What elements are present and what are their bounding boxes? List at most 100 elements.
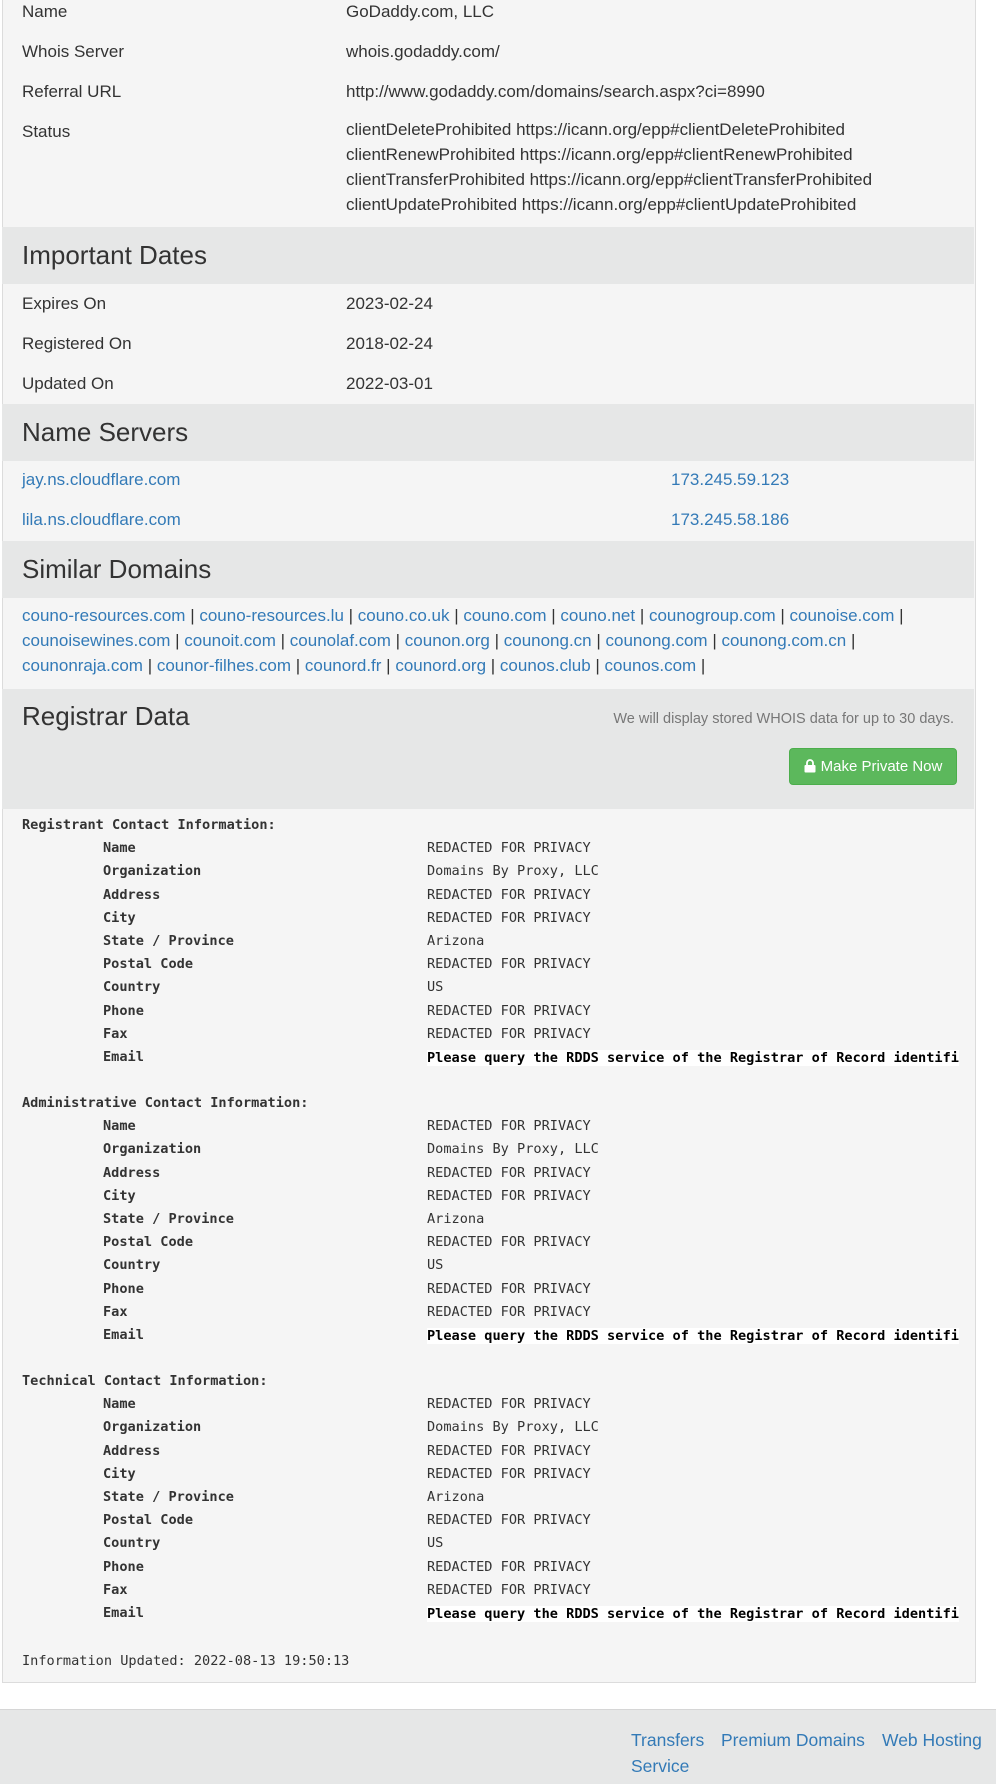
status-line: clientUpdateProhibited https://icann.org… — [346, 195, 857, 214]
contact-field-value: REDACTED FOR PRIVACY — [427, 1280, 591, 1297]
status-values: clientDeleteProhibited https://icann.org… — [346, 117, 872, 217]
similar-domain-link[interactable]: counonraja.com — [22, 656, 143, 675]
similar-domain-link[interactable]: counong.com.cn — [721, 631, 846, 650]
section-title: Registrar Data — [22, 701, 190, 731]
footer-link-web-hosting[interactable]: Web Hosting — [882, 1730, 982, 1751]
referral-url-value: http://www.godaddy.com/domains/search.as… — [346, 82, 765, 101]
field-label: Registered On — [22, 334, 132, 353]
retention-notice: We will display stored WHOIS data for up… — [613, 711, 954, 727]
footer-link-service[interactable]: Service — [631, 1756, 689, 1777]
make-private-button[interactable]: Make Private Now — [789, 748, 957, 785]
contact-field-key: Fax — [103, 1303, 128, 1320]
contact-field-value: REDACTED FOR PRIVACY — [427, 1118, 591, 1135]
separator: | — [546, 606, 561, 625]
similar-domain-link[interactable]: counord.fr — [305, 656, 382, 675]
similar-domain-link[interactable]: counor-filhes.com — [157, 656, 291, 675]
expires-value: 2023-02-24 — [346, 294, 433, 313]
separator: | — [142, 656, 157, 675]
contact-field-key: Organization — [103, 1141, 202, 1158]
field-label: Name — [22, 2, 68, 21]
contact-field-key: Fax — [103, 1025, 128, 1042]
contact-field-value: Domains By Proxy, LLC — [427, 863, 599, 880]
lock-icon — [804, 751, 816, 786]
similar-domain-link[interactable]: counoise.com — [789, 606, 894, 625]
contact-field-value: REDACTED FOR PRIVACY — [427, 956, 591, 973]
contact-field-value: REDACTED FOR PRIVACY — [427, 909, 591, 926]
contact-field-key: Phone — [103, 1002, 144, 1019]
contact-field-value: REDACTED FOR PRIVACY — [427, 886, 591, 903]
contact-field-value: US — [427, 979, 444, 996]
field-label: Status — [22, 122, 71, 141]
name-server-ip-link[interactable]: 173.245.58.186 — [671, 505, 789, 535]
name-server-row: lila.ns.cloudflare.com 173.245.58.186 — [22, 505, 952, 535]
contact-field-key: Address — [103, 1442, 161, 1459]
contact-field-key: Country — [103, 979, 161, 996]
contact-field-key: Name — [103, 840, 136, 857]
contact-field-value: REDACTED FOR PRIVACY — [427, 1512, 591, 1529]
registrar-name-value: GoDaddy.com, LLC — [346, 2, 495, 21]
contact-field-key: Fax — [103, 1581, 128, 1598]
contact-field-value: REDACTED FOR PRIVACY — [427, 840, 591, 857]
separator: | — [275, 631, 290, 650]
contact-field-key: State / Province — [103, 1211, 234, 1227]
contact-field-value: REDACTED FOR PRIVACY — [427, 1187, 591, 1204]
footer-link-premium-domains[interactable]: Premium Domains — [721, 1730, 865, 1751]
contact-field-value: REDACTED FOR PRIVACY — [427, 1002, 591, 1019]
similar-domain-link[interactable]: couno.co.uk — [358, 606, 450, 625]
contact-email-value: Please query the RDDS service of the Reg… — [427, 1328, 959, 1344]
name-server-host-link[interactable]: jay.ns.cloudflare.com — [22, 465, 180, 495]
status-line: clientTransferProhibited https://icann.o… — [346, 170, 873, 189]
separator: | — [591, 631, 606, 650]
contact-field-value: REDACTED FOR PRIVACY — [427, 1303, 591, 1320]
contact-field-key: Address — [103, 1164, 161, 1181]
similar-domains-header: Similar Domains — [2, 541, 974, 598]
similar-domain-link[interactable]: couno-resources.lu — [199, 606, 344, 625]
similar-domain-link[interactable]: couno.net — [560, 606, 635, 625]
name-servers-header: Name Servers — [2, 404, 974, 461]
similar-domain-link[interactable]: counoit.com — [184, 631, 276, 650]
separator: | — [486, 656, 500, 675]
contact-field-value: REDACTED FOR PRIVACY — [427, 1581, 591, 1598]
footer: Transfers Premium Domains Web Hosting Se… — [0, 1709, 996, 1784]
similar-domain-link[interactable]: counolaf.com — [290, 631, 391, 650]
registered-value: 2018-02-24 — [346, 334, 433, 353]
similar-domain-link[interactable]: counos.com — [605, 656, 697, 675]
name-server-host-link[interactable]: lila.ns.cloudflare.com — [22, 505, 181, 535]
status-line: clientRenewProhibited https://icann.org/… — [346, 145, 853, 164]
name-server-row: jay.ns.cloudflare.com 173.245.59.123 — [22, 465, 952, 495]
similar-domain-link[interactable]: couno.com — [463, 606, 546, 625]
whois-server-value: whois.godaddy.com/ — [346, 42, 500, 61]
contact-field-key: State / Province — [103, 1489, 234, 1505]
contact-field-value: US — [427, 1257, 444, 1274]
contact-field-value: Domains By Proxy, LLC — [427, 1419, 599, 1436]
contact-field-key: Country — [103, 1257, 161, 1274]
contact-field-key: Postal Code — [103, 956, 194, 973]
similar-domain-link[interactable]: counon.org — [405, 631, 490, 650]
similar-domain-link[interactable]: counos.club — [500, 656, 591, 675]
similar-domain-link[interactable]: couno-resources.com — [22, 606, 185, 625]
contact-field-key: Organization — [103, 863, 202, 880]
contact-field-key: Phone — [103, 1280, 144, 1297]
field-label: Expires On — [22, 294, 107, 313]
footer-link-transfers[interactable]: Transfers — [631, 1730, 704, 1751]
separator: | — [590, 656, 605, 675]
separator: | — [185, 606, 200, 625]
contact-field-value: Arizona — [427, 1489, 485, 1505]
separator: | — [775, 606, 790, 625]
similar-domain-link[interactable]: counoisewines.com — [22, 631, 170, 650]
contact-field-value: REDACTED FOR PRIVACY — [427, 1396, 591, 1413]
similar-domain-link[interactable]: counong.cn — [504, 631, 592, 650]
similar-domain-link[interactable]: counogroup.com — [649, 606, 776, 625]
contact-field-value: REDACTED FOR PRIVACY — [427, 1025, 591, 1042]
updated-value: 2022-03-01 — [346, 374, 433, 393]
contact-field-key: City — [103, 1187, 136, 1204]
name-server-ip-link[interactable]: 173.245.59.123 — [671, 465, 789, 495]
separator: | — [635, 606, 649, 625]
separator: | — [343, 606, 358, 625]
contact-field-key: State / Province — [103, 933, 234, 949]
similar-domain-link[interactable]: counong.com — [606, 631, 708, 650]
field-label: Referral URL — [22, 82, 122, 101]
similar-domain-link[interactable]: counord.org — [395, 656, 486, 675]
contact-field-value: Arizona — [427, 1211, 485, 1227]
contact-field-key: City — [103, 909, 136, 926]
